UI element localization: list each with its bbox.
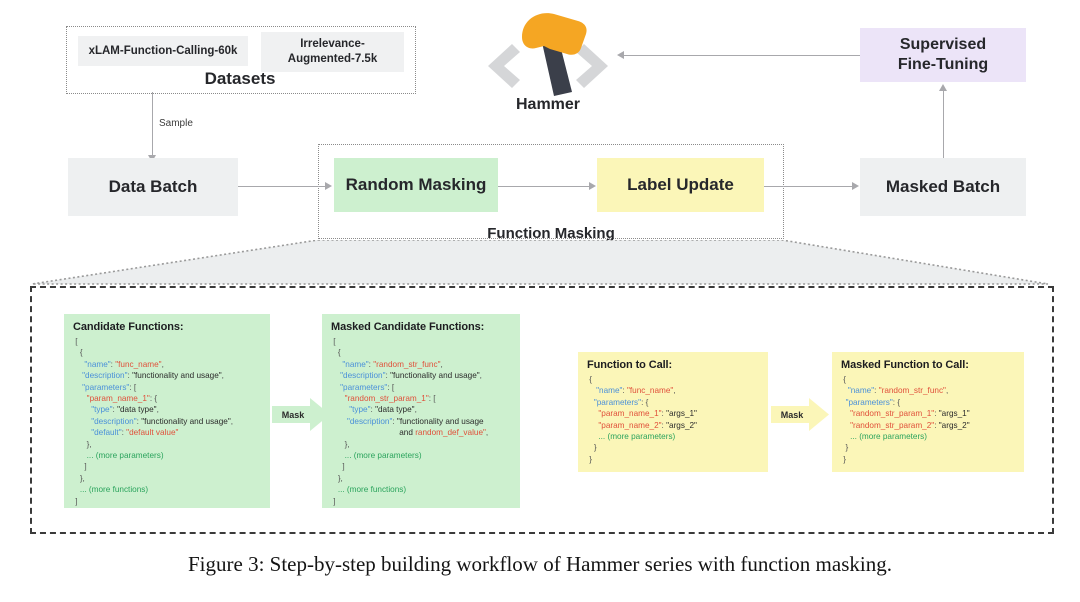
node-masked-batch-label: Masked Batch (885, 177, 1001, 197)
datasets-group-label: Datasets (204, 69, 276, 88)
panel-candidate-functions-code: [ { "name": "func_name", "description": … (73, 337, 234, 506)
arrow-randommasking-to-labelupdate-line (498, 186, 590, 187)
sample-connector-line (152, 92, 153, 158)
panel-candidate-functions-title: Candidate Functions: (73, 321, 184, 333)
arrow-maskedbatch-to-sft-line (943, 90, 944, 158)
panel-function-to-call-title: Function to Call: (587, 359, 673, 371)
arrow-randommasking-to-labelupdate-head (589, 181, 596, 190)
node-label-update-label: Label Update (627, 175, 734, 195)
dataset-chip-irrelevance[interactable]: Irrelevance- Augmented-7.5k (261, 32, 404, 72)
node-masked-batch[interactable]: Masked Batch (860, 158, 1026, 216)
figure-caption: Figure 3: Step-by-step building workflow… (188, 552, 892, 576)
mask-arrow-1-label: Mask (281, 409, 305, 420)
node-data-batch[interactable]: Data Batch (68, 158, 238, 216)
dataset-chip-xlam-label: xLAM-Function-Calling-60k (88, 44, 238, 57)
node-random-masking[interactable]: Random Masking (334, 158, 498, 212)
panel-masked-function-to-call-code: { "name": "random_str_func", "parameters… (841, 375, 970, 464)
panel-masked-candidate-functions: Masked Candidate Functions: [ { "name": … (322, 314, 520, 508)
left-angle-bracket-icon (488, 44, 520, 88)
mask-arrow-2: Mask (771, 398, 829, 431)
panel-masked-function-to-call: Masked Function to Call: { "name": "rand… (832, 352, 1024, 472)
node-data-batch-label: Data Batch (108, 177, 198, 197)
arrow-sft-to-hammer-line (623, 55, 860, 56)
function-masking-expand-funnel (30, 239, 1050, 288)
panel-masked-candidate-functions-title: Masked Candidate Functions: (331, 321, 485, 333)
panel-candidate-functions: Candidate Functions: [ { "name": "func_n… (64, 314, 270, 508)
right-angle-bracket-icon (576, 44, 608, 88)
sample-label: Sample (159, 118, 193, 129)
arrow-maskedbatch-to-sft-head (938, 84, 947, 91)
panel-masked-candidate-functions-code: [ { "name": "random_str_func", "descript… (331, 337, 489, 506)
node-label-update[interactable]: Label Update (597, 158, 764, 212)
panel-function-to-call: Function to Call: { "name": "func_name",… (578, 352, 768, 472)
arrow-databatch-to-randommasking-head (325, 181, 332, 190)
dataset-chip-xlam[interactable]: xLAM-Function-Calling-60k (78, 36, 248, 66)
arrow-databatch-to-randommasking-line (238, 186, 326, 187)
mask-arrow-2-label: Mask (780, 409, 804, 420)
node-supervised-fine-tuning[interactable]: Supervised Fine-Tuning (860, 28, 1026, 82)
dataset-chip-irrelevance-label: Irrelevance- Augmented-7.5k (287, 38, 378, 65)
node-supervised-fine-tuning-label: Supervised Fine-Tuning (897, 36, 989, 73)
arrow-labelupdate-to-maskedbatch-head (852, 181, 859, 190)
arrow-sft-to-hammer-head (617, 50, 624, 59)
node-random-masking-label: Random Masking (345, 175, 487, 195)
hammer-logo-label: Hammer (515, 96, 581, 113)
arrow-labelupdate-to-maskedbatch-line (764, 186, 853, 187)
panel-function-to-call-code: { "name": "func_name", "parameters": { "… (587, 375, 697, 464)
panel-masked-function-to-call-title: Masked Function to Call: (841, 359, 969, 371)
